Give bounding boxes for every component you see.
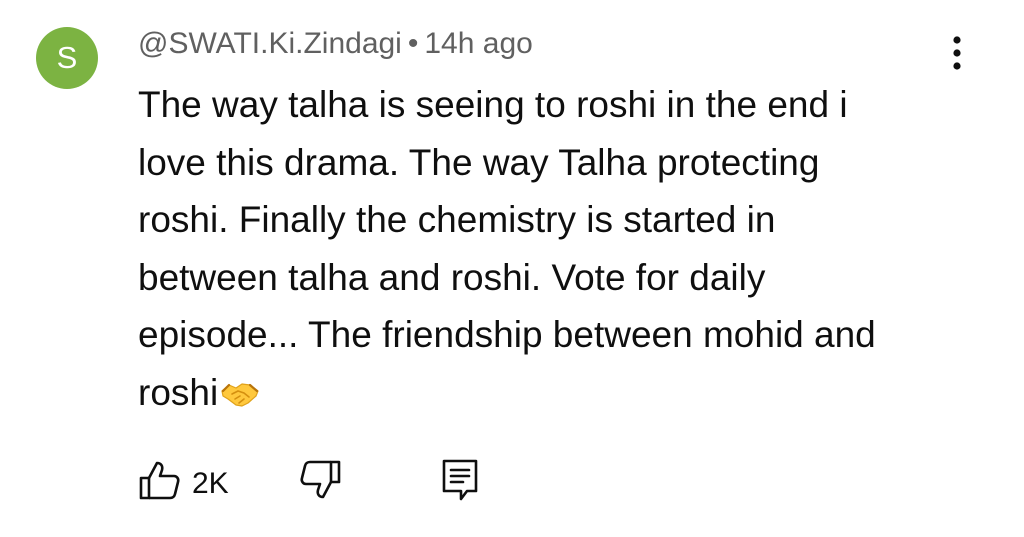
more-vertical-icon bbox=[953, 36, 961, 70]
comment-line: between talha and roshi. Vote for daily bbox=[138, 256, 766, 298]
comment-last-line: roshi bbox=[138, 364, 958, 426]
like-button[interactable] bbox=[138, 458, 182, 502]
comment-card: S @SWATI.Ki.Zindagi • 14h ago The way talh… bbox=[0, 0, 1024, 537]
comment-header: @SWATI.Ki.Zindagi • 14h ago bbox=[138, 24, 533, 64]
comment-line: roshi. Finally the chemistry is started … bbox=[138, 199, 776, 240]
comment-line: episode... The friendship between mohid … bbox=[138, 314, 876, 355]
reply-comment-icon bbox=[442, 459, 478, 501]
avatar-letter: S bbox=[56, 40, 78, 75]
comment-line: roshi bbox=[138, 371, 219, 413]
comment-line: love this drama. The way Talha protectin… bbox=[138, 141, 820, 183]
more-options-button[interactable] bbox=[940, 36, 974, 74]
handshake-icon bbox=[220, 368, 260, 426]
comment-timestamp[interactable]: 14h ago bbox=[424, 27, 532, 60]
header-separator: • bbox=[407, 27, 419, 60]
like-count: 2K bbox=[192, 467, 229, 500]
thumbs-down-icon bbox=[300, 460, 341, 499]
reply-button[interactable] bbox=[441, 458, 481, 502]
author-name[interactable]: @SWATI.Ki.Zindagi bbox=[138, 27, 402, 60]
thumbs-up-icon bbox=[139, 461, 180, 500]
avatar[interactable]: S bbox=[36, 27, 98, 89]
dislike-button[interactable] bbox=[298, 458, 342, 502]
comment-line: The way talha is seeing to roshi in the … bbox=[138, 84, 848, 125]
comment-text: The way talha is seeing to roshi in the … bbox=[138, 76, 958, 425]
